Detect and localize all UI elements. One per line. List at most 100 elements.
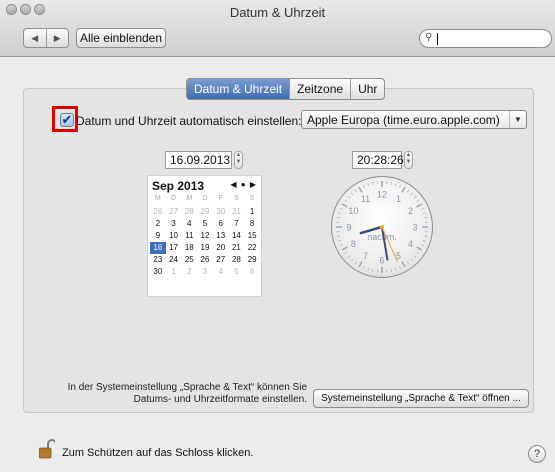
calendar-day[interactable]: 16	[150, 242, 166, 254]
back-button[interactable]: ◀	[24, 29, 46, 47]
calendar-day[interactable]: 19	[197, 242, 213, 254]
calendar-day[interactable]: 23	[150, 254, 166, 266]
clock-tick	[395, 183, 397, 187]
calendar-day[interactable]: 30	[213, 206, 229, 218]
calendar-day[interactable]: 3	[197, 266, 213, 278]
clock-tick	[416, 252, 420, 255]
tab-bar: Datum & Uhrzeit Zeitzone Uhr	[186, 78, 386, 100]
clock-tick	[416, 246, 423, 251]
settings-panel	[23, 88, 534, 413]
lock-text: Zum Schützen auf das Schloss klicken.	[62, 447, 254, 459]
clock-tick	[350, 192, 354, 196]
time-stepper[interactable]: ▲ ▼	[404, 151, 413, 169]
search-field[interactable]: ⚲	[419, 29, 552, 48]
preferences-window: Datum & Uhrzeit ◀ ▶ Alle einblenden ⚲ Da…	[0, 0, 555, 472]
analog-clock: 12 1 2 3 4 5 6 7 8 9 10 11 nachm.	[331, 176, 433, 278]
show-all-button[interactable]: Alle einblenden	[76, 28, 166, 48]
calendar-day[interactable]: 14	[229, 230, 245, 242]
clock-tick	[367, 267, 369, 271]
calendar-day[interactable]: 15	[244, 230, 260, 242]
calendar-weekdays: MDMDFSS	[150, 195, 260, 202]
lock-icon[interactable]	[39, 439, 55, 459]
weekday-label: S	[234, 195, 239, 202]
calendar-day[interactable]: 27	[166, 206, 182, 218]
calendar-day[interactable]: 30	[150, 266, 166, 278]
clock-tick	[338, 212, 342, 214]
clock-tick	[372, 268, 374, 273]
clock-tick	[422, 212, 426, 214]
clock-tick	[372, 181, 374, 186]
calendar-day[interactable]: 20	[213, 242, 229, 254]
checkbox-highlight	[52, 106, 78, 132]
clock-tick	[421, 244, 425, 246]
clock-tick	[363, 266, 365, 270]
clock-tick	[416, 203, 423, 208]
calendar: Sep 2013 ◀ ● ▶ MDMDFSS 26 27 28 29 30 31 1 2 3 4 5…	[147, 175, 262, 297]
calendar-day[interactable]: 26	[197, 254, 213, 266]
calendar-day[interactable]: 7	[229, 218, 245, 230]
calendar-day[interactable]: 1	[166, 266, 182, 278]
calendar-day[interactable]: 18	[181, 242, 197, 254]
calendar-day[interactable]: 31	[229, 206, 245, 218]
clock-tick	[395, 267, 397, 271]
date-field[interactable]: 16.09.2013	[165, 151, 232, 169]
calendar-day[interactable]: 4	[181, 218, 197, 230]
calendar-day[interactable]: 28	[229, 254, 245, 266]
clock-tick	[344, 199, 348, 202]
clock-tick	[336, 217, 341, 219]
help-button[interactable]: ?	[528, 445, 546, 463]
calendar-day[interactable]: 6	[244, 266, 260, 278]
calendar-navigation[interactable]: ◀ ● ▶	[230, 180, 257, 189]
calendar-day[interactable]: 17	[166, 242, 182, 254]
clock-tick	[423, 217, 428, 219]
calendar-day[interactable]: 21	[229, 242, 245, 254]
clock-tick	[407, 189, 410, 193]
calendar-day[interactable]: 5	[229, 266, 245, 278]
tab-clock[interactable]: Uhr	[350, 79, 384, 99]
calendar-day[interactable]: 26	[150, 206, 166, 218]
time-server-popup[interactable]: Apple Europa (time.euro.apple.com) ▼	[301, 110, 527, 129]
clock-tick	[399, 184, 401, 188]
calendar-day[interactable]: 9	[150, 230, 166, 242]
calendar-day[interactable]: 27	[213, 254, 229, 266]
calendar-day[interactable]: 28	[181, 206, 197, 218]
calendar-day[interactable]: 2	[150, 218, 166, 230]
open-language-settings-button[interactable]: Systemeinstellung „Sprache & Text“ öffne…	[313, 389, 529, 408]
calendar-month: Sep 2013	[152, 179, 205, 193]
calendar-day[interactable]: 24	[166, 254, 182, 266]
calendar-day[interactable]: 12	[197, 230, 213, 242]
clock-tick	[413, 195, 417, 199]
calendar-day[interactable]: 10	[166, 230, 182, 242]
title-bar: Datum & Uhrzeit ◀ ▶ Alle einblenden ⚲	[0, 0, 555, 57]
clock-tick	[401, 261, 406, 268]
clock-number: 4	[408, 239, 413, 249]
calendar-day[interactable]: 3	[166, 218, 182, 230]
clock-tick	[354, 189, 357, 193]
calendar-day[interactable]: 13	[213, 230, 229, 242]
clock-face: 12 1234567891011nachm.	[336, 181, 428, 273]
calendar-day[interactable]: 1	[244, 206, 260, 218]
time-field[interactable]: 20:28:26	[352, 151, 404, 169]
calendar-day[interactable]: 4	[213, 266, 229, 278]
clock-tick	[367, 183, 369, 187]
calendar-day[interactable]: 25	[181, 254, 197, 266]
tab-time-zone[interactable]: Zeitzone	[289, 79, 350, 99]
calendar-day[interactable]: 29	[244, 254, 260, 266]
calendar-day[interactable]: 6	[213, 218, 229, 230]
text-cursor	[437, 33, 438, 45]
calendar-day[interactable]: 22	[244, 242, 260, 254]
tab-date-time[interactable]: Datum & Uhrzeit	[187, 79, 290, 99]
date-stepper[interactable]: ▲ ▼	[234, 151, 243, 169]
clock-tick	[344, 252, 348, 255]
calendar-day[interactable]: 29	[197, 206, 213, 218]
clock-tick	[338, 240, 342, 242]
calendar-day[interactable]: 2	[181, 266, 197, 278]
calendar-day[interactable]: 5	[197, 218, 213, 230]
clock-tick	[339, 208, 343, 210]
clock-tick	[354, 261, 357, 265]
calendar-day[interactable]: 8	[244, 218, 260, 230]
clock-tick	[341, 246, 348, 251]
forward-button[interactable]: ▶	[45, 29, 69, 47]
calendar-day[interactable]: 11	[181, 230, 197, 242]
clock-ampm: nachm.	[367, 232, 397, 242]
